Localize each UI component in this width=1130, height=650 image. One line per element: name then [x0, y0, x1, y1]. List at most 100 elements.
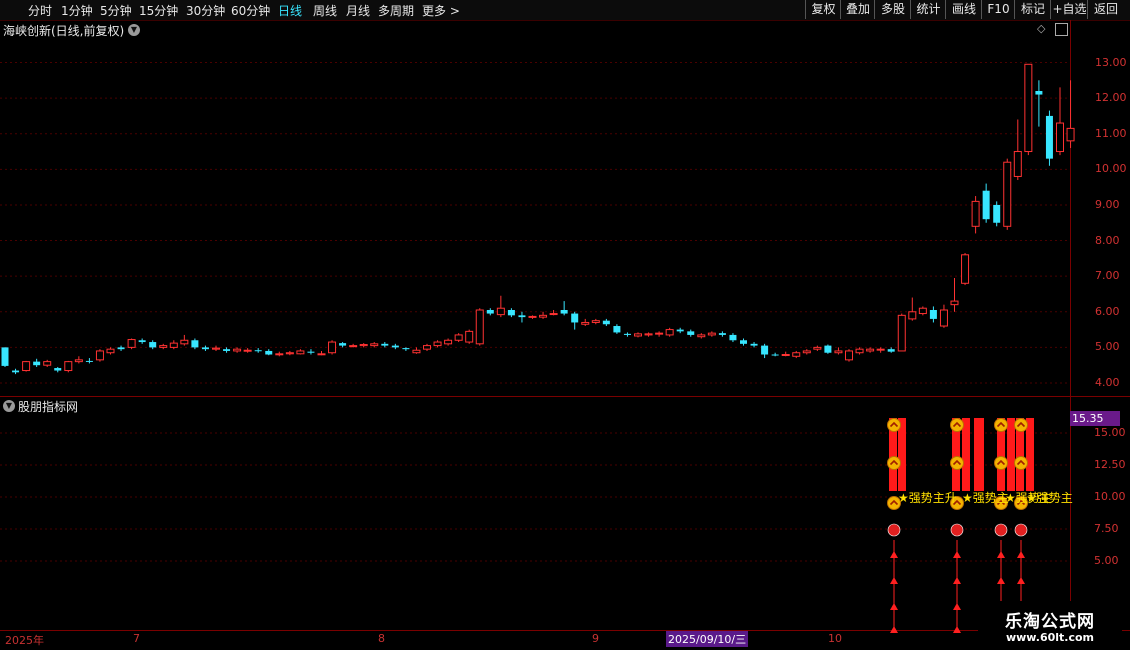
candle-body	[317, 353, 326, 356]
toolbar-item-0[interactable]: 分时	[28, 2, 52, 19]
candle-body	[307, 351, 315, 353]
candle-body	[665, 329, 674, 336]
toolbar-right-button-5[interactable]: F10	[981, 0, 1015, 19]
toolbar-right-button-7[interactable]: +自选	[1050, 0, 1088, 19]
candle-body	[718, 333, 726, 335]
toolbar-right-button-0[interactable]: 复权	[805, 0, 841, 19]
price-axis-label: 11.00	[1095, 126, 1127, 140]
candle-body	[707, 332, 716, 336]
toolbar-item-5[interactable]: 60分钟	[231, 2, 270, 19]
toolbar-item-4[interactable]: 30分钟	[186, 2, 225, 19]
candle-body	[771, 354, 779, 356]
indicator-bar	[974, 418, 984, 491]
candle-body	[106, 348, 115, 354]
watermark-title: 乐淘公式网	[1005, 612, 1095, 632]
candle-body	[265, 350, 273, 355]
toolbar-item-8[interactable]: 月线	[346, 2, 370, 19]
candle-body	[549, 313, 558, 316]
gold-marker-icon	[950, 418, 964, 432]
candle-body	[54, 368, 62, 371]
candle-body	[993, 204, 1001, 223]
candle-body	[528, 315, 537, 318]
up-arrow-icon	[953, 551, 961, 558]
up-arrow-icon	[890, 551, 898, 558]
candle-body	[138, 340, 146, 343]
toolbar-item-3[interactable]: 15分钟	[139, 2, 178, 19]
toolbar-right-button-3[interactable]: 统计	[910, 0, 946, 19]
candle-body	[433, 341, 442, 347]
candle-body	[824, 345, 832, 353]
candle-body	[939, 309, 948, 327]
date-axis-label: 8	[378, 632, 385, 645]
candle-body	[929, 309, 937, 319]
toolbar-item-10[interactable]: 更多 >	[422, 2, 460, 19]
candle-body	[813, 346, 822, 350]
candle-body	[581, 321, 590, 325]
candle-body	[1024, 63, 1033, 153]
candle-body	[655, 332, 664, 335]
toolbar-item-9[interactable]: 多周期	[378, 2, 414, 19]
candle-body	[275, 353, 284, 356]
candle-body	[180, 339, 189, 345]
up-arrow-icon	[1017, 577, 1025, 584]
candle-body	[223, 349, 231, 351]
toolbar-item-6[interactable]: 日线	[278, 2, 302, 19]
signal-label: ★强势主升	[898, 491, 957, 505]
gold-marker-icon	[887, 456, 901, 470]
toolbar-right-button-6[interactable]: 标记	[1014, 0, 1051, 19]
candle-body	[855, 348, 864, 354]
candle-body	[792, 352, 801, 357]
candle-body	[191, 340, 199, 348]
candle-body	[961, 254, 970, 284]
price-axis-label: 5.00	[1095, 340, 1120, 354]
candle-body	[740, 340, 747, 344]
watermark: 乐淘公式网 www.60lt.com	[978, 601, 1122, 650]
indicator-current-value: 15.35	[1070, 411, 1120, 426]
toolbar-right-button-8[interactable]: 返回	[1087, 0, 1124, 19]
up-arrow-icon	[997, 577, 1005, 584]
candle-body	[845, 350, 853, 361]
candle-body	[254, 350, 262, 352]
toolbar-item-1[interactable]: 1分钟	[61, 2, 93, 19]
candle-body	[644, 333, 653, 336]
candle-body	[634, 333, 642, 337]
candle-body	[591, 320, 600, 323]
toolbar-right-button-4[interactable]: 画线	[945, 0, 982, 19]
candle-body	[22, 361, 31, 372]
price-axis-label: 9.00	[1095, 197, 1120, 211]
candle-body	[465, 330, 474, 343]
candle-body	[159, 345, 168, 348]
date-axis-label: 10	[828, 632, 842, 645]
date-axis-label: 2025年	[5, 634, 44, 647]
up-arrow-icon	[953, 577, 961, 584]
candle-body	[74, 359, 83, 363]
toolbar-right-button-2[interactable]: 多股	[874, 0, 911, 19]
signal-label: ★强势主	[962, 491, 1009, 505]
toolbar-item-7[interactable]: 周线	[313, 2, 337, 19]
candle-body	[507, 309, 515, 316]
watermark-url: www.60lt.com	[1005, 631, 1095, 644]
price-axis-label: 7.00	[1095, 269, 1120, 283]
toolbar-right-button-1[interactable]: 叠加	[840, 0, 875, 19]
candle-body	[687, 331, 695, 335]
candle-body	[887, 349, 895, 352]
up-arrow-icon	[953, 626, 961, 633]
price-axis-label: 13.00	[1095, 55, 1127, 69]
candle-body	[866, 348, 875, 352]
candle-body	[33, 361, 41, 366]
candle-body	[43, 361, 52, 366]
candle-body	[1, 347, 9, 366]
toolbar-item-2[interactable]: 5分钟	[100, 2, 132, 19]
candle-body	[1013, 151, 1022, 177]
candle-body	[908, 311, 917, 320]
candle-body	[339, 343, 347, 346]
candle-body	[761, 345, 769, 355]
indicator-bar	[1026, 418, 1034, 491]
candle-body	[285, 352, 294, 355]
candle-body	[571, 313, 579, 323]
candle-body	[349, 345, 358, 348]
gold-marker-icon	[994, 456, 1008, 470]
candle-body	[169, 342, 178, 348]
buy-signal-icon	[1014, 523, 1028, 537]
candle-body	[328, 341, 337, 354]
